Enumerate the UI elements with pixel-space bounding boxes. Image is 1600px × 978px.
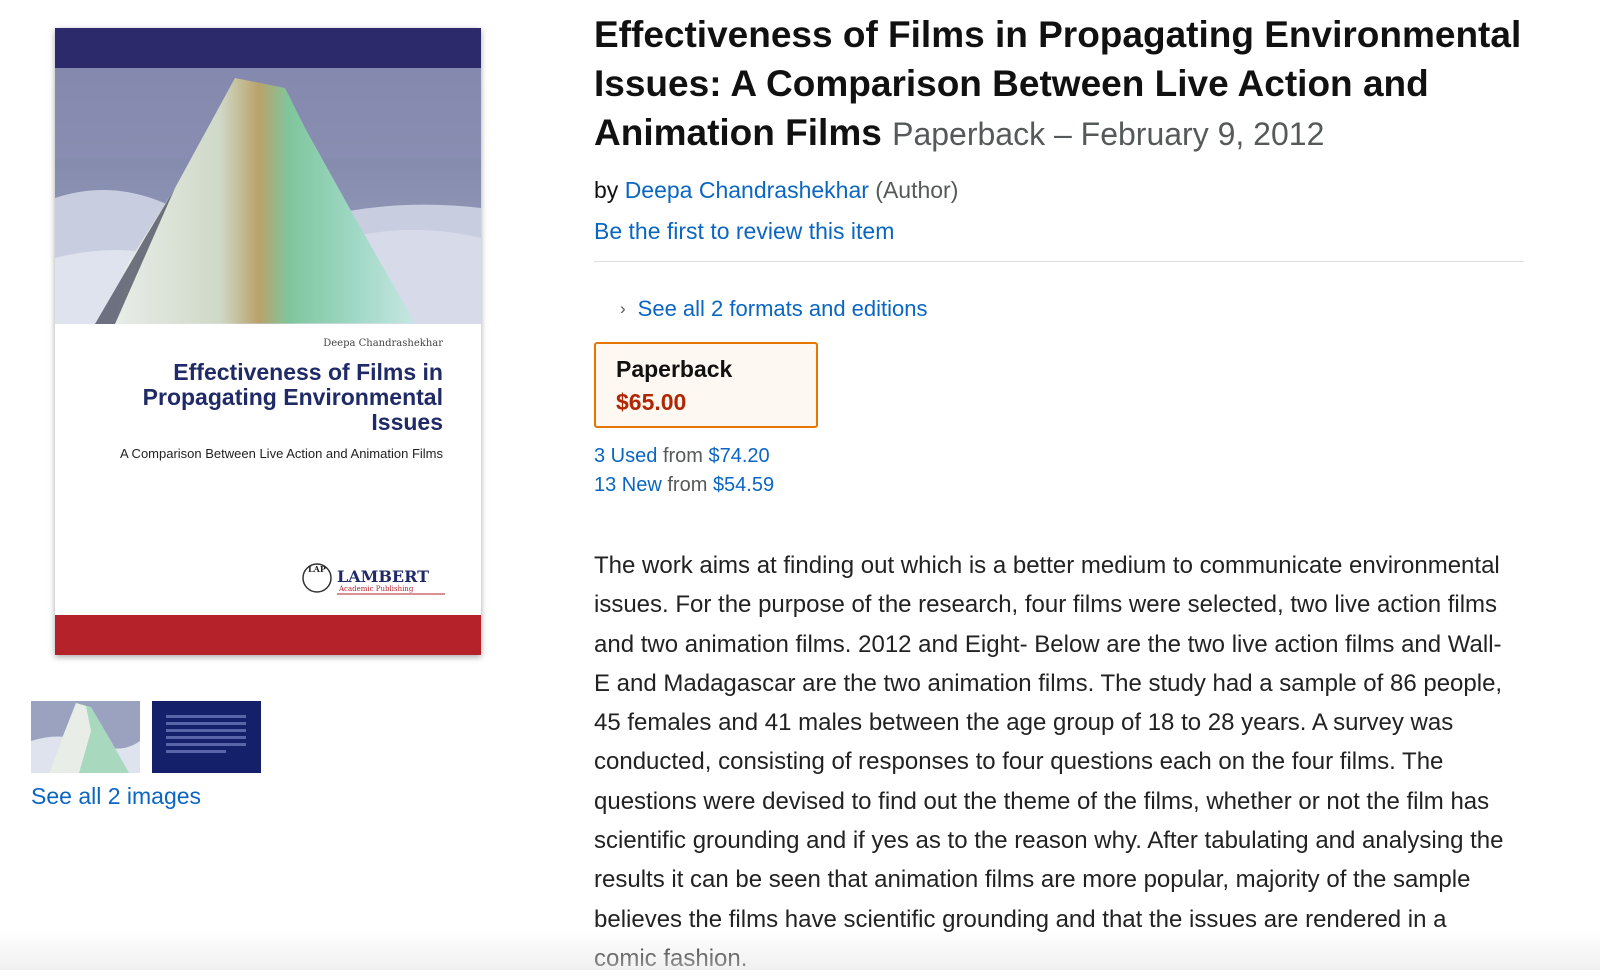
format-price: $65.00 xyxy=(616,389,687,415)
offers-list: 3 Used from $74.20 13 New from $54.59 xyxy=(594,442,1524,500)
cover-author: Deepa Chandrashekhar xyxy=(323,338,443,349)
cover-title: Effectiveness of Films in Propagating En… xyxy=(142,359,443,435)
thumbnail-front-cover[interactable] xyxy=(31,701,140,773)
publisher-tagline: Academic Publishing xyxy=(338,585,414,593)
new-count-link[interactable]: 13 New xyxy=(594,474,662,496)
cover-top-band xyxy=(55,28,481,68)
format-and-date: Paperback – February 9, 2012 xyxy=(892,116,1325,152)
cover-ice-photo xyxy=(55,68,481,324)
publisher-mark: LAP xyxy=(308,564,326,574)
product-title-heading: Effectiveness of Films in Propagating En… xyxy=(594,10,1524,159)
first-review-link[interactable]: Be the first to review this item xyxy=(594,218,1524,245)
formats-toggle[interactable]: › See all 2 formats and editions xyxy=(620,296,1524,322)
cover-subtitle: A Comparison Between Live Action and Ani… xyxy=(119,446,443,461)
publisher-name: LAMBERT xyxy=(337,567,429,586)
offer-from-label: from xyxy=(667,474,708,496)
thumbnail-back-cover[interactable] xyxy=(152,701,261,773)
image-thumbnails xyxy=(31,701,261,773)
offer-new: 13 New from $54.59 xyxy=(594,471,1524,500)
offer-used: 3 Used from $74.20 xyxy=(594,442,1524,471)
author-role: (Author) xyxy=(875,177,959,203)
byline: by Deepa Chandrashekhar (Author) xyxy=(594,177,1524,204)
product-details: Effectiveness of Films in Propagating En… xyxy=(594,10,1524,978)
see-all-images-link[interactable]: See all 2 images xyxy=(31,783,201,810)
book-cover-image[interactable]: Deepa Chandrashekhar Effectiveness of Fi… xyxy=(55,28,481,655)
used-price-link[interactable]: $74.20 xyxy=(709,445,770,467)
product-description: The work aims at finding out which is a … xyxy=(594,552,1504,972)
author-link[interactable]: Deepa Chandrashekhar xyxy=(625,177,869,203)
new-price-link[interactable]: $54.59 xyxy=(713,474,774,496)
used-count-link[interactable]: 3 Used xyxy=(594,445,657,467)
offer-from-label: from xyxy=(662,445,703,467)
format-name: Paperback xyxy=(616,356,733,382)
section-divider xyxy=(594,261,1524,262)
publisher-logo: LAP LAMBERT Academic Publishing xyxy=(302,563,445,595)
format-option-paperback[interactable]: Paperback $65.00 xyxy=(594,342,818,428)
see-all-formats-link[interactable]: See all 2 formats and editions xyxy=(638,296,928,322)
byline-prefix: by xyxy=(594,177,619,203)
cover-bottom-band xyxy=(55,615,481,655)
chevron-right-icon: › xyxy=(620,299,626,318)
